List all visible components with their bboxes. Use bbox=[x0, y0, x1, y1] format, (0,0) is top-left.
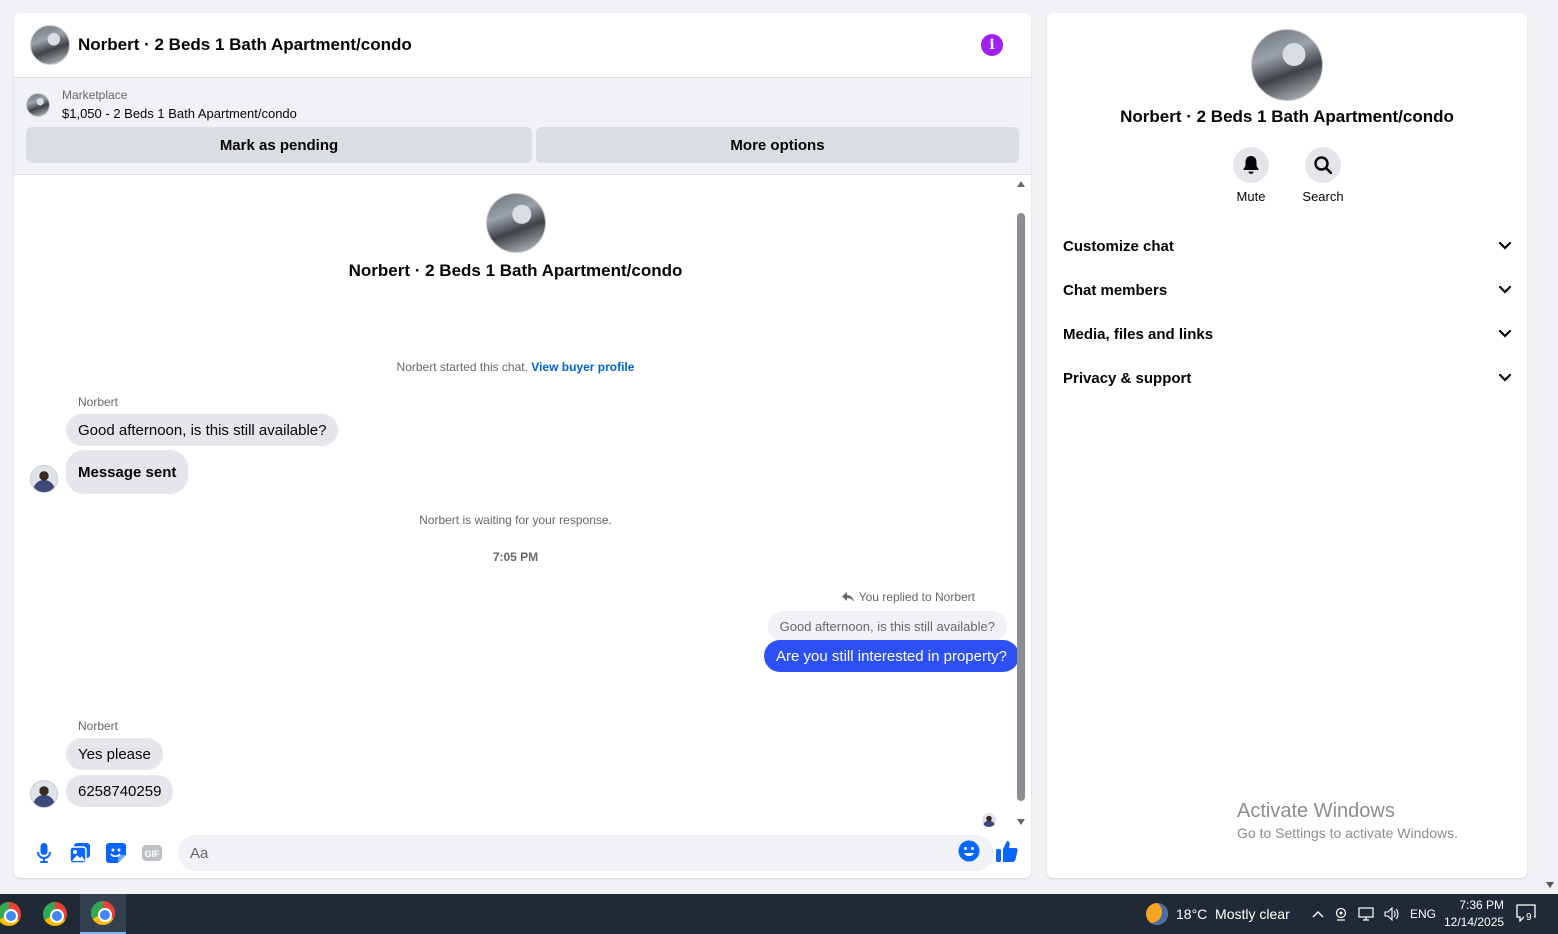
section-label: Media, files and links bbox=[1063, 325, 1214, 343]
scroll-down-arrow[interactable] bbox=[1017, 819, 1025, 825]
seen-receipt-avatar bbox=[982, 813, 996, 827]
chevron-down-icon bbox=[1499, 374, 1511, 382]
chat-started-text: Norbert started this chat. bbox=[396, 360, 528, 374]
message-bubble[interactable]: Yes please bbox=[66, 738, 163, 770]
thumbs-up-icon[interactable] bbox=[996, 840, 1022, 866]
timestamp: 7:05 PM bbox=[492, 550, 539, 564]
chevron-down-icon bbox=[1499, 330, 1511, 338]
clock-date: 12/14/2025 bbox=[1444, 915, 1505, 929]
section-label: Chat members bbox=[1063, 281, 1168, 299]
chat-title[interactable]: Norbert · 2 Beds 1 Bath Apartment/condo bbox=[78, 35, 981, 55]
message-thread[interactable]: Norbert · 2 Beds 1 Bath Apartment/condo … bbox=[14, 176, 1019, 827]
sender-avatar[interactable] bbox=[30, 780, 58, 808]
photo-icon[interactable] bbox=[68, 841, 92, 865]
details-panel: Norbert · 2 Beds 1 Bath Apartment/condo … bbox=[1047, 13, 1527, 878]
chat-header: Norbert · 2 Beds 1 Bath Apartment/condo … bbox=[14, 13, 1031, 78]
details-avatar[interactable] bbox=[1251, 29, 1323, 101]
reply-note: You replied to Norbert bbox=[841, 590, 975, 604]
sender-avatar[interactable] bbox=[30, 465, 58, 493]
taskbar-chrome-app-active[interactable] bbox=[80, 894, 126, 934]
taskbar-chrome-app[interactable] bbox=[0, 894, 32, 934]
chevron-up-icon[interactable] bbox=[1312, 910, 1324, 918]
mark-as-pending-button[interactable]: Mark as pending bbox=[26, 127, 532, 163]
weather-widget[interactable]: 18°C Mostly clear bbox=[1146, 894, 1290, 934]
language-indicator[interactable]: ENG bbox=[1410, 907, 1436, 921]
listing-price-title: $1,050 - 2 Beds 1 Bath Apartment/condo bbox=[62, 106, 297, 121]
sticker-icon[interactable] bbox=[104, 841, 128, 865]
message-bubble[interactable]: Good afternoon, is this still available? bbox=[66, 414, 339, 446]
scroll-thumb[interactable] bbox=[1017, 213, 1025, 801]
moon-icon bbox=[1146, 903, 1168, 925]
scroll-up-arrow[interactable] bbox=[1017, 181, 1025, 187]
chat-panel: Norbert · 2 Beds 1 Bath Apartment/condo … bbox=[14, 13, 1031, 878]
notification-center-icon[interactable]: 9 bbox=[1516, 904, 1538, 924]
details-name: Norbert · 2 Beds 1 Bath Apartment/condo bbox=[1120, 107, 1454, 126]
webcam-icon[interactable] bbox=[1334, 907, 1348, 921]
quoted-message[interactable]: Good afternoon, is this still available? bbox=[767, 611, 1007, 641]
chrome-icon bbox=[91, 901, 115, 925]
volume-icon[interactable] bbox=[1384, 907, 1400, 921]
view-buyer-profile-link[interactable]: View buyer profile bbox=[531, 360, 634, 374]
clock[interactable]: 7:36 PM 12/14/2025 bbox=[1444, 897, 1504, 931]
chrome-icon bbox=[0, 902, 21, 926]
taskbar: 18°C Mostly clear ENG 7:36 PM 12/14/2025… bbox=[0, 894, 1558, 934]
section-media-files-links[interactable]: Media, files and links bbox=[1063, 312, 1511, 356]
section-label: Customize chat bbox=[1063, 237, 1174, 255]
mute-label: Mute bbox=[1236, 189, 1266, 204]
message-input[interactable] bbox=[178, 835, 994, 871]
bell-icon[interactable] bbox=[1233, 147, 1269, 183]
microphone-icon[interactable] bbox=[32, 841, 56, 865]
network-icon[interactable] bbox=[1358, 907, 1374, 921]
message-scrollbar[interactable] bbox=[1015, 179, 1027, 827]
notification-count: 9 bbox=[1524, 912, 1534, 923]
message-bubble[interactable]: 6258740259 bbox=[66, 775, 174, 807]
svg-text:GIF: GIF bbox=[145, 849, 161, 859]
listing-source: Marketplace bbox=[62, 88, 128, 102]
section-customize-chat[interactable]: Customize chat bbox=[1063, 224, 1511, 268]
activate-windows-watermark: Activate Windows Go to Settings to activ… bbox=[1237, 800, 1458, 841]
message-bubble[interactable]: Message sent bbox=[66, 450, 189, 494]
chat-started-line: Norbert started this chat. View buyer pr… bbox=[14, 360, 1017, 374]
section-privacy-support[interactable]: Privacy & support bbox=[1063, 356, 1511, 400]
sent-message-bubble[interactable]: Are you still interested in property? bbox=[764, 640, 1019, 672]
listing-thumbnail bbox=[26, 92, 50, 117]
section-label: Privacy & support bbox=[1063, 369, 1192, 387]
info-icon[interactable]: i bbox=[981, 34, 1003, 56]
taskbar-chrome-app[interactable] bbox=[32, 894, 78, 934]
conversation-intro: Norbert · 2 Beds 1 Bath Apartment/condo bbox=[14, 193, 1017, 281]
weather-text: 18°C Mostly clear bbox=[1176, 906, 1290, 922]
listing-summary[interactable]: Marketplace $1,050 - 2 Beds 1 Bath Apart… bbox=[26, 88, 1019, 121]
conversation-name: Norbert · 2 Beds 1 Bath Apartment/condo bbox=[348, 261, 683, 280]
listing-avatar[interactable] bbox=[30, 25, 70, 65]
gif-icon[interactable]: GIF bbox=[140, 841, 164, 865]
chrome-icon bbox=[43, 902, 67, 926]
chevron-down-icon bbox=[1499, 242, 1511, 250]
sender-name: Norbert bbox=[78, 719, 119, 733]
composer: GIF bbox=[14, 828, 1031, 878]
clock-time: 7:36 PM bbox=[1459, 898, 1505, 912]
emoji-icon[interactable] bbox=[958, 840, 982, 864]
reply-icon bbox=[841, 592, 854, 602]
system-tray: ENG bbox=[1312, 894, 1436, 934]
more-options-button[interactable]: More options bbox=[536, 127, 1019, 163]
conversation-avatar bbox=[485, 193, 546, 253]
search-icon[interactable] bbox=[1305, 147, 1341, 183]
waiting-text: Norbert is waiting for your response. bbox=[419, 513, 612, 527]
sender-name: Norbert bbox=[78, 395, 119, 409]
chevron-down-icon bbox=[1499, 286, 1511, 294]
search-action[interactable]: Search bbox=[1302, 147, 1344, 204]
activate-subtitle: Go to Settings to activate Windows. bbox=[1237, 825, 1458, 841]
activate-title: Activate Windows bbox=[1237, 800, 1395, 822]
reply-note-text: You replied to Norbert bbox=[858, 590, 975, 604]
mute-action[interactable]: Mute bbox=[1231, 147, 1271, 204]
section-chat-members[interactable]: Chat members bbox=[1063, 268, 1511, 312]
search-label: Search bbox=[1302, 189, 1344, 204]
listing-bar: Marketplace $1,050 - 2 Beds 1 Bath Apart… bbox=[14, 78, 1031, 175]
page-scroll-down-arrow[interactable] bbox=[1546, 882, 1554, 888]
